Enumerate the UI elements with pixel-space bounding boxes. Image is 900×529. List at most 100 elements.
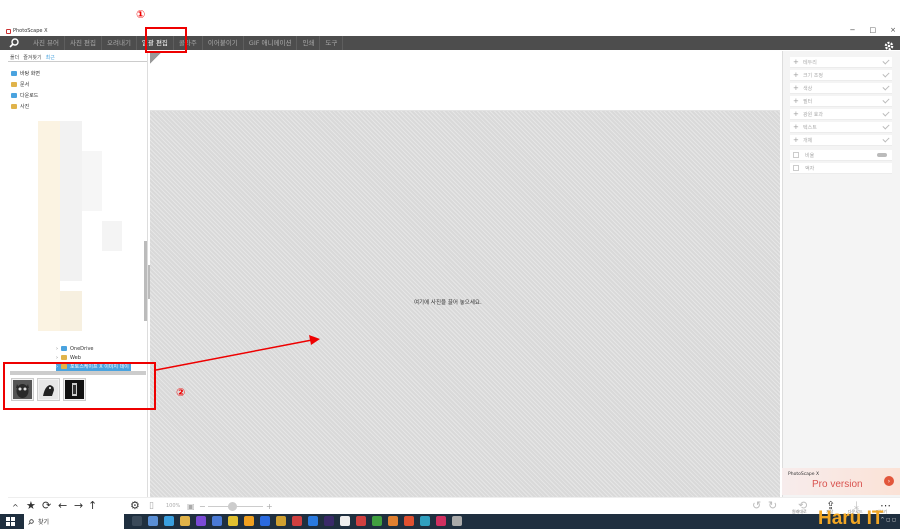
- settings-gear-icon[interactable]: ⚙: [130, 500, 140, 512]
- plus-icon: +: [793, 84, 799, 92]
- folder-icon: [11, 82, 17, 87]
- sidebar-tabs: 폴더 즐겨찾기 최근: [8, 51, 147, 62]
- tab-gif[interactable]: GIF 애니메이션: [244, 36, 298, 50]
- option-light[interactable]: + 광원 효과: [790, 109, 892, 120]
- tab-tools[interactable]: 도구: [320, 36, 344, 50]
- fit-icon[interactable]: ▣: [187, 501, 195, 513]
- photoscape-icon[interactable]: [452, 516, 462, 526]
- drop-hint-text: 여기에 사진을 끌어 놓으세요.: [414, 300, 482, 306]
- up-arrow-icon[interactable]: ↑: [88, 500, 97, 512]
- back-arrow-icon[interactable]: ←: [58, 500, 67, 512]
- check-icon: [882, 83, 890, 91]
- sidebar-tab-recent[interactable]: 최근: [46, 54, 55, 61]
- option-object[interactable]: + 개체: [790, 135, 892, 146]
- app-icon[interactable]: [340, 516, 350, 526]
- file-explorer-icon[interactable]: [180, 516, 190, 526]
- sidebar-scrollbar[interactable]: [144, 241, 147, 321]
- option-frame[interactable]: 액자: [790, 163, 892, 174]
- sidebar-tab-favorites[interactable]: 즐겨찾기: [23, 54, 41, 61]
- main-menu-bar: 사진 뷰어 사진 편집 오려내기 일괄 편집 콜라주 이어붙이기 GIF 애니메…: [0, 36, 900, 51]
- app-icon[interactable]: [212, 516, 222, 526]
- zoom-in-icon[interactable]: +: [266, 501, 273, 513]
- search-icon[interactable]: [0, 36, 28, 50]
- close-button[interactable]: ×: [890, 26, 896, 34]
- edge-icon[interactable]: [420, 516, 430, 526]
- app-title-text: PhotoScape X: [13, 28, 48, 34]
- option-ratio[interactable]: 비율: [790, 150, 892, 161]
- chevron-up-icon[interactable]: ^: [12, 502, 19, 514]
- plus-icon: +: [793, 136, 799, 144]
- pro-banner-title: PhotoScape X: [788, 472, 820, 477]
- app-icon[interactable]: [292, 516, 302, 526]
- option-resize[interactable]: + 크기 조정: [790, 70, 892, 81]
- window-controls: − □ ×: [850, 26, 896, 34]
- option-border[interactable]: + 테두리: [790, 57, 892, 68]
- app-title: PhotoScape X: [6, 28, 48, 34]
- folder-item-downloads[interactable]: 다운로드: [11, 90, 144, 101]
- rotate-left-icon[interactable]: ↺: [752, 499, 761, 512]
- layout-icon[interactable]: ▯: [149, 500, 154, 512]
- annotation-number-2: ②: [176, 386, 186, 399]
- tab-combine[interactable]: 이어붙이기: [203, 36, 244, 50]
- minimize-button[interactable]: −: [850, 26, 856, 34]
- plus-icon: +: [793, 97, 799, 105]
- tab-print[interactable]: 인쇄: [297, 36, 321, 50]
- batch-options-panel: + 테두리 + 크기 조정 + 색상 + 필터 + 광원 효과 + 텍스트 + 개체 비율 액…: [782, 51, 900, 497]
- forward-arrow-icon[interactable]: →: [74, 500, 83, 512]
- app-icon[interactable]: [276, 516, 286, 526]
- zoom-out-icon[interactable]: −: [199, 501, 206, 513]
- pro-version-banner[interactable]: PhotoScape X Pro version ›: [782, 468, 900, 495]
- checkbox[interactable]: [793, 165, 799, 171]
- maximize-button[interactable]: □: [870, 26, 877, 34]
- tree-item-onedrive[interactable]: › OneDrive: [56, 344, 94, 353]
- task-view-icon[interactable]: [132, 516, 142, 526]
- vscode-icon[interactable]: [308, 516, 318, 526]
- check-icon: [882, 135, 890, 143]
- option-color[interactable]: + 색상: [790, 83, 892, 94]
- option-text[interactable]: + 텍스트: [790, 122, 892, 133]
- arrow-right-icon[interactable]: ›: [884, 476, 894, 486]
- folder-sidebar: 폴더 즐겨찾기 최근 바탕 화면 문서 다운로드 사진 › OneDrive ›…: [8, 51, 148, 497]
- rotate-right-icon[interactable]: ↻: [768, 499, 777, 512]
- bottom-toolbar: ^ ★ ⟳ ← → ↑ ⚙ ▯ 100% ▣ − + ↺ ↻ ⟲ 원래대로 ⇪ …: [8, 497, 900, 514]
- toggle-switch[interactable]: [877, 153, 887, 157]
- tab-editor[interactable]: 사진 편집: [65, 36, 102, 50]
- app-icon[interactable]: [164, 516, 174, 526]
- os-taskbar: 찾기 ^ ◻ ◻: [0, 514, 900, 529]
- app-icon[interactable]: [228, 516, 238, 526]
- sidebar-tab-folder[interactable]: 폴더: [10, 54, 19, 61]
- star-icon[interactable]: ★: [26, 500, 36, 512]
- check-icon: [882, 70, 890, 78]
- app-icon[interactable]: [260, 516, 270, 526]
- zoom-level: 100%: [166, 503, 181, 509]
- option-filter[interactable]: + 필터: [790, 96, 892, 107]
- app-window: PhotoScape X − □ × 사진 뷰어 사진 편집 오려내기 일괄 편…: [0, 0, 900, 529]
- app-icon[interactable]: [388, 516, 398, 526]
- plus-icon: +: [793, 58, 799, 66]
- annotation-number-1: ①: [136, 8, 146, 21]
- refresh-icon[interactable]: ⟳: [42, 500, 51, 512]
- app-icon[interactable]: [436, 516, 446, 526]
- zoom-slider-knob[interactable]: [228, 502, 237, 511]
- taskbar-search-input[interactable]: 찾기: [24, 514, 124, 529]
- app-icon[interactable]: [324, 516, 334, 526]
- tab-cutout[interactable]: 오려내기: [102, 36, 137, 50]
- checkbox[interactable]: [793, 152, 799, 158]
- app-icon[interactable]: [356, 516, 366, 526]
- windows-start-icon[interactable]: [6, 517, 15, 526]
- title-bar: PhotoScape X − □ ×: [0, 0, 900, 36]
- tree-item-web[interactable]: › Web: [56, 353, 81, 362]
- app-icon[interactable]: [404, 516, 414, 526]
- gear-icon[interactable]: [883, 37, 895, 51]
- folder-item-desktop[interactable]: 바탕 화면: [11, 68, 144, 79]
- folder-item-pictures[interactable]: 사진: [11, 101, 144, 112]
- app-icon[interactable]: [148, 516, 158, 526]
- app-icon[interactable]: [244, 516, 254, 526]
- app-icon[interactable]: [196, 516, 206, 526]
- folder-tree-blurred: [12, 121, 142, 341]
- tab-viewer[interactable]: 사진 뷰어: [28, 36, 65, 50]
- folder-icon: [11, 71, 17, 76]
- chrome-icon[interactable]: [372, 516, 382, 526]
- folder-item-documents[interactable]: 문서: [11, 79, 144, 90]
- folder-icon: [11, 93, 17, 98]
